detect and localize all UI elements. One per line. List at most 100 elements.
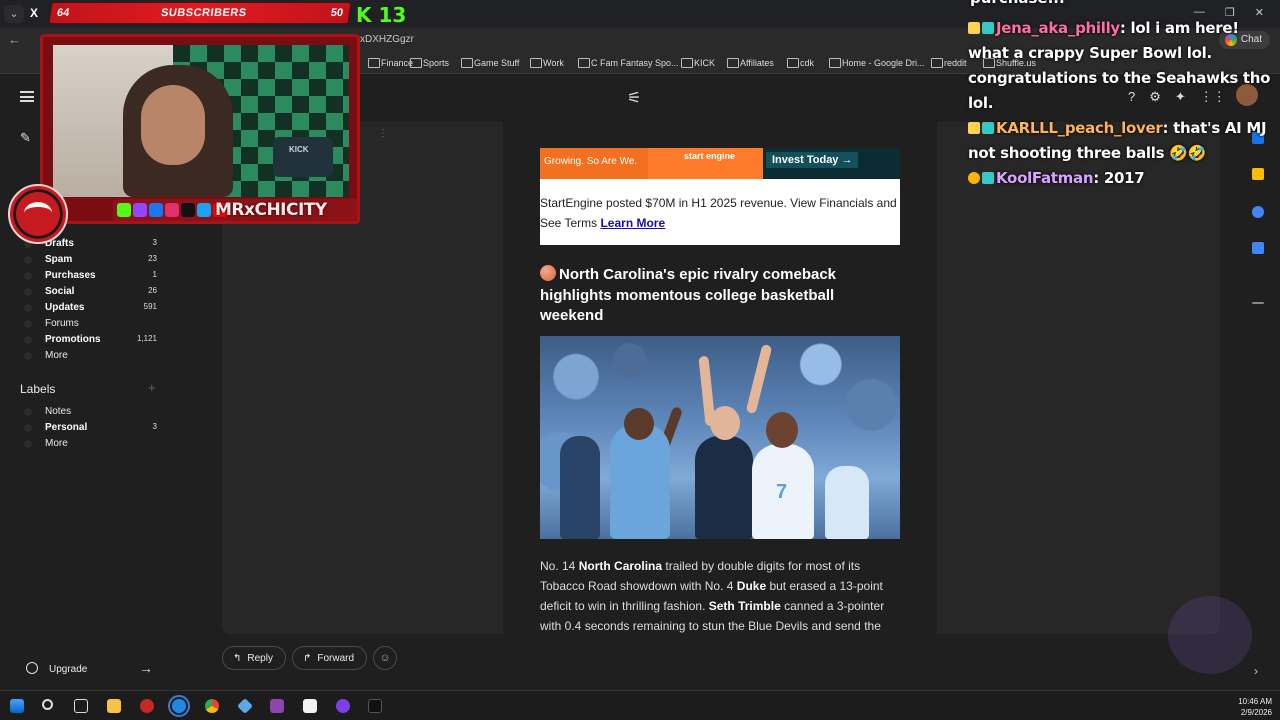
invest-today-button[interactable]: Invest Today → bbox=[766, 152, 859, 168]
tiktok-icon[interactable] bbox=[368, 699, 382, 713]
reply-button[interactable]: ↰ Reply bbox=[222, 646, 286, 670]
labels-heading: Labels bbox=[20, 382, 56, 396]
reply-arrow-icon: ↰ bbox=[233, 652, 242, 664]
ad-caption: StartEngine posted $70M in H1 2025 reven… bbox=[540, 179, 900, 245]
bookmark-sports[interactable]: Sports bbox=[410, 58, 449, 68]
bookmark-kick[interactable]: KICK bbox=[681, 58, 715, 68]
system-clock[interactable]: 10:46 AM 2/9/2026 bbox=[1238, 696, 1272, 718]
capcut-icon[interactable] bbox=[303, 699, 317, 713]
url-text[interactable]: xDXHZGgzr bbox=[360, 34, 414, 45]
chat-badge-icon bbox=[968, 22, 980, 34]
tasks-icon[interactable] bbox=[1252, 206, 1264, 218]
back-arrow-icon[interactable]: ← bbox=[8, 32, 21, 47]
sidebar-item-notes[interactable]: Notes bbox=[0, 404, 172, 420]
app-diamond-icon[interactable] bbox=[237, 698, 253, 714]
sidebar-item-count: 591 bbox=[143, 302, 157, 311]
upgrade-arrow-icon[interactable]: → bbox=[139, 660, 153, 676]
photo-figure bbox=[695, 436, 753, 539]
chevron-down-icon bbox=[24, 352, 32, 360]
photo-figure bbox=[766, 412, 798, 448]
sidebar-item-spam[interactable]: Spam 23 bbox=[0, 252, 172, 268]
reply-actions: ↰ Reply ↱ Forward ☺ bbox=[222, 646, 398, 670]
sidebar-item-purchases[interactable]: Purchases 1 bbox=[0, 268, 172, 284]
sidebar-item-forums[interactable]: Forums bbox=[0, 316, 172, 332]
more-options-icon[interactable]: ⋮ bbox=[378, 128, 388, 139]
upgrade-link[interactable]: Upgrade bbox=[49, 664, 87, 675]
sidebar-item-social[interactable]: Social 26 bbox=[0, 284, 172, 300]
article-headline[interactable]: North Carolina's epic rivalry comeback h… bbox=[540, 265, 900, 327]
chat-badge-icon bbox=[982, 172, 994, 184]
edge-icon[interactable] bbox=[168, 695, 190, 717]
chat-username: Jena_aka_philly bbox=[996, 19, 1120, 37]
sidebar-item-label: Notes bbox=[45, 406, 72, 417]
subscriber-count: 64 bbox=[56, 7, 71, 19]
article-bold-text: North Carolina bbox=[578, 559, 663, 573]
bookmark-finance[interactable]: Finance bbox=[368, 58, 413, 68]
sidebar-item-label: More bbox=[45, 350, 68, 361]
headline-text: North Carolina's epic rivalry comeback h… bbox=[540, 266, 837, 324]
bookmark-c-fam-fantasy[interactable]: C Fam Fantasy Spo... bbox=[578, 58, 679, 68]
kick-count: 13 bbox=[378, 3, 407, 27]
photo-figure bbox=[825, 466, 869, 539]
ad-caption-text: StartEngine posted $70M in H1 2025 reven… bbox=[540, 196, 897, 230]
subscriber-label: SUBSCRIBERS bbox=[160, 7, 248, 19]
sidebar-item-label: Promotions bbox=[45, 334, 101, 345]
emoji-reaction-button[interactable]: ☺ bbox=[373, 646, 398, 670]
article-photo[interactable]: 7 bbox=[540, 336, 900, 539]
stream-chat-overlay: purchase... Jena_aka_philly: lol i am he… bbox=[968, 0, 1280, 187]
x-tab-label[interactable]: X bbox=[30, 6, 38, 20]
bookmark-cdk[interactable]: cdk bbox=[787, 58, 814, 68]
photo-figure bbox=[610, 424, 670, 539]
startengine-ad-banner[interactable]: Growing. So Are We. start engine Invest … bbox=[540, 148, 900, 179]
bookmark-google-drive[interactable]: Home - Google Dri... bbox=[829, 58, 925, 68]
task-view-icon[interactable] bbox=[74, 699, 88, 713]
folder-list: Drafts 3 Spam 23 Purchases 1 Social 26 U… bbox=[0, 236, 172, 364]
main-menu-icon[interactable] bbox=[20, 91, 34, 102]
add-label-icon[interactable]: + bbox=[148, 380, 156, 395]
label-list: Notes Personal 3 More bbox=[0, 404, 172, 452]
webcam-feed: KICK bbox=[53, 45, 349, 197]
panel-collapse-chevron-icon[interactable]: › bbox=[1254, 664, 1258, 678]
chat-message: KoolFatman: 2017 bbox=[968, 166, 1280, 191]
twitch-icon bbox=[133, 203, 147, 217]
chrome-icon[interactable] bbox=[205, 699, 219, 713]
photo-figure bbox=[745, 343, 773, 415]
discord-icon[interactable] bbox=[336, 699, 350, 713]
chat-badge-icon bbox=[982, 122, 994, 134]
learn-more-link[interactable]: Learn More bbox=[600, 216, 665, 230]
bookmark-game-stuff[interactable]: Game Stuff bbox=[461, 58, 519, 68]
file-explorer-icon[interactable] bbox=[107, 699, 121, 713]
sidebar-item-labels-more[interactable]: More bbox=[0, 436, 172, 452]
spam-icon bbox=[24, 256, 32, 264]
obs-icon[interactable] bbox=[140, 699, 154, 713]
email-body: Growing. So Are We. start engine Invest … bbox=[503, 122, 937, 634]
windows-start-icon[interactable] bbox=[10, 699, 24, 713]
search-icon[interactable] bbox=[42, 699, 53, 710]
forward-label: Forward bbox=[317, 652, 355, 664]
sidebar-item-more[interactable]: More bbox=[0, 348, 172, 364]
webcam-overlay: KICK MRxCHICITY bbox=[40, 34, 360, 224]
bookmark-affiliates[interactable]: Affiliates bbox=[727, 58, 774, 68]
app-grid-icon[interactable] bbox=[270, 699, 284, 713]
sidebar-item-count: 3 bbox=[152, 422, 157, 431]
clock-time: 10:46 AM bbox=[1238, 697, 1272, 706]
sidebar-item-personal[interactable]: Personal 3 bbox=[0, 420, 172, 436]
bookmark-reddit[interactable]: reddit bbox=[931, 58, 967, 68]
add-addon-icon[interactable] bbox=[1252, 302, 1264, 304]
search-options-icon[interactable]: ⚟ bbox=[627, 88, 641, 108]
contacts-icon[interactable] bbox=[1252, 242, 1264, 254]
streamer-handle: MRxCHICITY bbox=[215, 200, 327, 220]
startengine-logo: start engine bbox=[684, 151, 736, 161]
tab-list-chevron-icon[interactable]: ⌄ bbox=[4, 5, 24, 23]
clock-date: 2/9/2026 bbox=[1240, 708, 1272, 717]
chat-username: KoolFatman bbox=[996, 169, 1094, 187]
forward-arrow-icon: ↱ bbox=[302, 652, 312, 664]
kick-follower-badge: K 13 bbox=[356, 3, 407, 27]
sidebar-item-updates[interactable]: Updates 591 bbox=[0, 300, 172, 316]
social-icon bbox=[24, 288, 32, 296]
bookmark-work[interactable]: Work bbox=[530, 58, 564, 68]
bull-logo-icon bbox=[8, 184, 68, 244]
forward-button[interactable]: ↱ Forward bbox=[291, 646, 368, 670]
sidebar-item-promotions[interactable]: Promotions 1,121 bbox=[0, 332, 172, 348]
compose-pencil-icon[interactable]: ✎ bbox=[20, 130, 31, 146]
